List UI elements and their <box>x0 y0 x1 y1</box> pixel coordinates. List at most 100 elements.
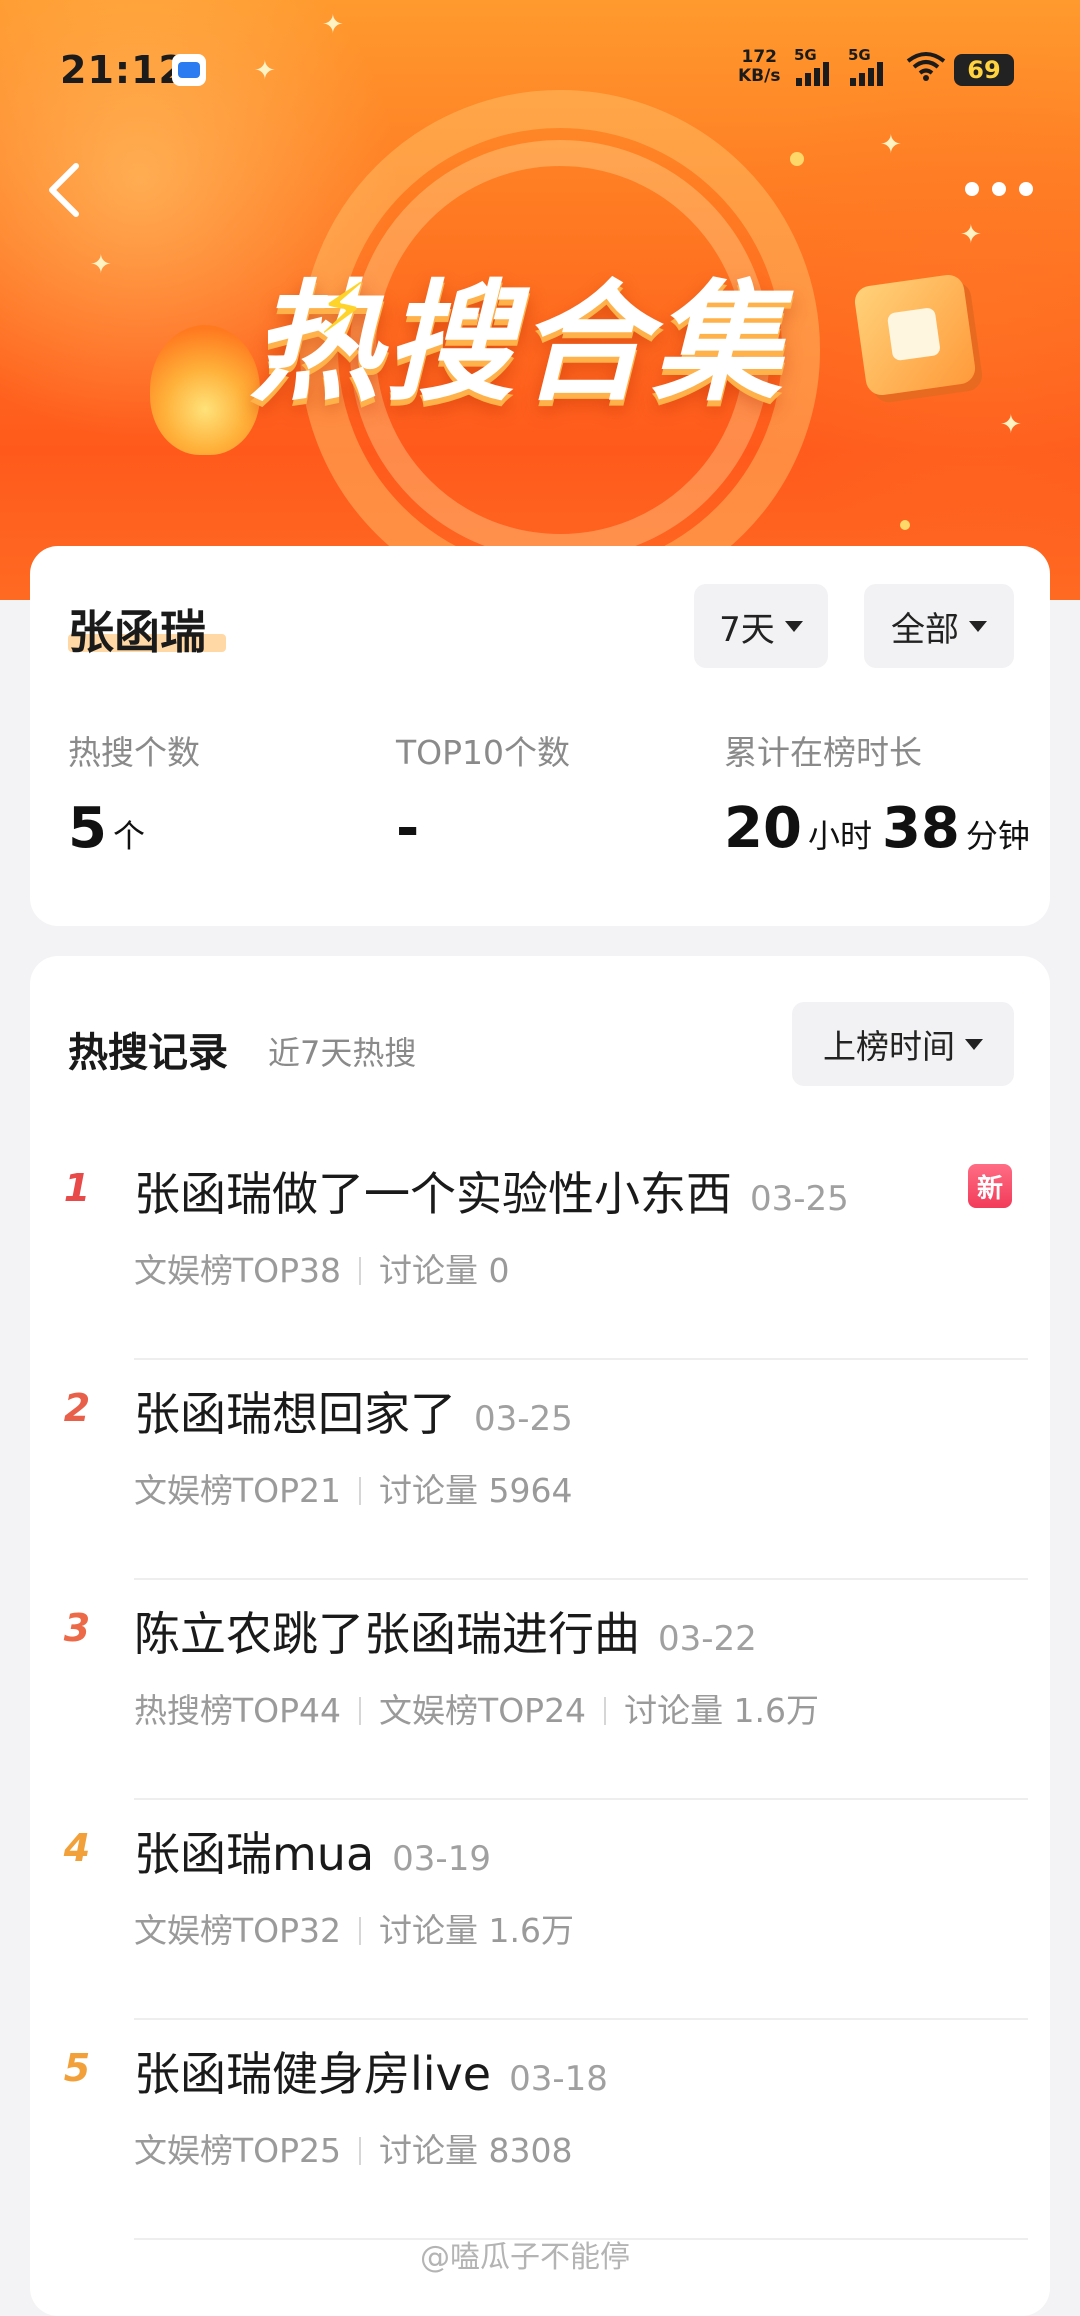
record-meta: 文娱榜TOP21 讨论量 5964 <box>134 1464 573 1512</box>
summary-card: 张函瑞 7天 全部 热搜个数 5个 TOP10个数 - 累计在榜时长 20 小时 3… <box>30 546 1050 926</box>
stat-duration-hours: 20 <box>724 796 802 861</box>
network-speed-unit: KB/s <box>738 66 781 86</box>
list-item[interactable]: 5 张函瑞健身房live 03-18 文娱榜TOP25 讨论量 8308 <box>30 2020 1050 2240</box>
record-title: 张函瑞mua 03-19 <box>134 1818 491 1884</box>
person-name-wrap: 张函瑞 <box>68 596 226 662</box>
record-date: 03-18 <box>509 2059 608 2099</box>
caret-down-icon <box>784 620 803 632</box>
back-button[interactable] <box>40 160 90 220</box>
meta-divider <box>359 1257 362 1285</box>
caret-down-icon <box>965 1038 983 1050</box>
record-date: 03-25 <box>474 1399 573 1439</box>
meta-divider <box>359 1697 362 1725</box>
meta-divider <box>359 1477 362 1505</box>
record-rank-info: 文娱榜TOP21 <box>134 1471 342 1510</box>
new-badge: 新 <box>968 1164 1012 1208</box>
meta-divider <box>359 1917 362 1945</box>
list-item[interactable]: 3 陈立农跳了张函瑞进行曲 03-22 热搜榜TOP44 文娱榜TOP24 讨论量 1… <box>30 1580 1050 1800</box>
stat-duration: 20 小时 38 分钟 <box>724 796 1030 861</box>
record-title: 陈立农跳了张函瑞进行曲 03-22 <box>134 1598 757 1664</box>
caret-down-icon <box>969 620 987 632</box>
network-speed: 172 KB/s <box>738 48 780 86</box>
scope-filter-label: 全部 <box>891 609 959 650</box>
record-rank-info: 文娱榜TOP38 <box>134 1251 342 1290</box>
days-filter-label: 7天 <box>719 609 775 650</box>
sparkle-icon: ✦ <box>90 250 112 280</box>
stat-hot-count-label: 热搜个数 <box>68 733 200 772</box>
list-item[interactable]: 1 张函瑞做了一个实验性小东西 03-25 新 文娱榜TOP38 讨论量 0 <box>30 1140 1050 1360</box>
sort-label: 上榜时间 <box>823 1027 955 1066</box>
rank-number: 4 <box>63 1826 91 1870</box>
record-discussion: 讨论量 1.6万 <box>624 1691 820 1730</box>
sparkle-icon: ✦ <box>322 10 344 40</box>
record-meta: 文娱榜TOP32 讨论量 1.6万 <box>134 1904 574 1952</box>
network-speed-value: 172 <box>741 47 777 67</box>
record-meta: 文娱榜TOP38 讨论量 0 <box>134 1244 510 1292</box>
record-rank-info: 热搜榜TOP44 <box>134 1691 342 1730</box>
record-title: 张函瑞想回家了 03-25 <box>134 1378 573 1444</box>
stat-duration-hours-unit: 小时 <box>807 817 872 855</box>
record-title-text: 陈立农跳了张函瑞进行曲 <box>134 1607 640 1661</box>
sparkle-icon: ✦ <box>880 130 902 160</box>
record-meta: 热搜榜TOP44 文娱榜TOP24 讨论量 1.6万 <box>134 1684 819 1732</box>
stat-hot-count: 5个 <box>68 796 155 861</box>
record-title: 张函瑞做了一个实验性小东西 03-25 <box>134 1158 849 1224</box>
person-name: 张函瑞 <box>68 605 206 659</box>
more-button[interactable] <box>962 174 1036 204</box>
record-meta: 文娱榜TOP25 讨论量 8308 <box>134 2124 573 2172</box>
more-dots-icon <box>965 182 1033 196</box>
meta-divider <box>359 2137 362 2165</box>
gift-box-icon <box>852 272 978 398</box>
wifi-icon <box>906 50 946 90</box>
list-item[interactable]: 2 张函瑞想回家了 03-25 文娱榜TOP21 讨论量 5964 <box>30 1360 1050 1580</box>
stat-duration-minutes: 38 <box>881 796 960 861</box>
meta-divider <box>604 1697 607 1725</box>
stat-top10-value: - <box>396 796 420 861</box>
record-rank-info: 文娱榜TOP24 <box>379 1691 587 1730</box>
records-card: 热搜记录 近7天热搜 上榜时间 1 张函瑞做了一个实验性小东西 03-25 新 文… <box>30 956 1050 2316</box>
list-item[interactable]: 4 张函瑞mua 03-19 文娱榜TOP32 讨论量 1.6万 <box>30 1800 1050 2020</box>
record-title-text: 张函瑞做了一个实验性小东西 <box>134 1167 732 1221</box>
status-bar: 21:12 172 KB/s 5G 5G 69 <box>0 40 1080 100</box>
rank-number: 3 <box>63 1606 91 1650</box>
fire-icon <box>150 325 260 455</box>
rank-number: 2 <box>63 1386 91 1430</box>
days-filter-dropdown[interactable]: 7天 <box>694 584 828 668</box>
record-discussion: 讨论量 8308 <box>379 2131 573 2170</box>
sort-dropdown[interactable]: 上榜时间 <box>792 1002 1014 1086</box>
rank-number: 1 <box>63 1166 91 1210</box>
chevron-left-icon <box>49 163 79 217</box>
watermark: @嗑瓜子不能停 <box>420 2240 630 2275</box>
stat-hot-count-unit: 个 <box>112 817 145 855</box>
signal-bars-icon <box>850 62 883 86</box>
record-rank-info: 文娱榜TOP32 <box>134 1911 342 1950</box>
record-date: 03-25 <box>750 1179 849 1219</box>
sparkle-icon: ✦ <box>960 220 982 250</box>
record-discussion: 讨论量 0 <box>379 1251 510 1290</box>
scope-filter-dropdown[interactable]: 全部 <box>864 584 1014 668</box>
battery-icon: 69 <box>954 54 1014 86</box>
record-title-text: 张函瑞mua <box>134 1827 375 1881</box>
sparkle-icon: ✦ <box>1000 410 1022 440</box>
app-notification-icon <box>172 54 206 86</box>
signal-bars-icon <box>796 62 829 86</box>
record-date: 03-22 <box>658 1619 757 1659</box>
stat-duration-label: 累计在榜时长 <box>724 733 922 772</box>
record-title: 张函瑞健身房live 03-18 <box>134 2038 608 2104</box>
stat-duration-minutes-unit: 分钟 <box>965 817 1030 855</box>
record-rank-info: 文娱榜TOP25 <box>134 2131 342 2170</box>
record-date: 03-19 <box>392 1839 491 1879</box>
record-title-text: 张函瑞想回家了 <box>134 1387 456 1441</box>
stat-top10-label: TOP10个数 <box>396 733 571 772</box>
rank-number: 5 <box>63 2046 91 2090</box>
record-discussion: 讨论量 5964 <box>379 1471 573 1510</box>
stat-hot-count-value: 5 <box>68 796 107 861</box>
records-subtitle: 近7天热搜 <box>268 1034 417 1072</box>
sparkle-dot <box>900 520 910 530</box>
lightning-icon: ⚡ <box>318 268 368 350</box>
records-title: 热搜记录 <box>68 1030 228 1076</box>
record-discussion: 讨论量 1.6万 <box>379 1911 575 1950</box>
record-title-text: 张函瑞健身房live <box>134 2047 492 2101</box>
status-time: 21:12 <box>60 48 186 92</box>
sparkle-dot <box>790 152 804 166</box>
